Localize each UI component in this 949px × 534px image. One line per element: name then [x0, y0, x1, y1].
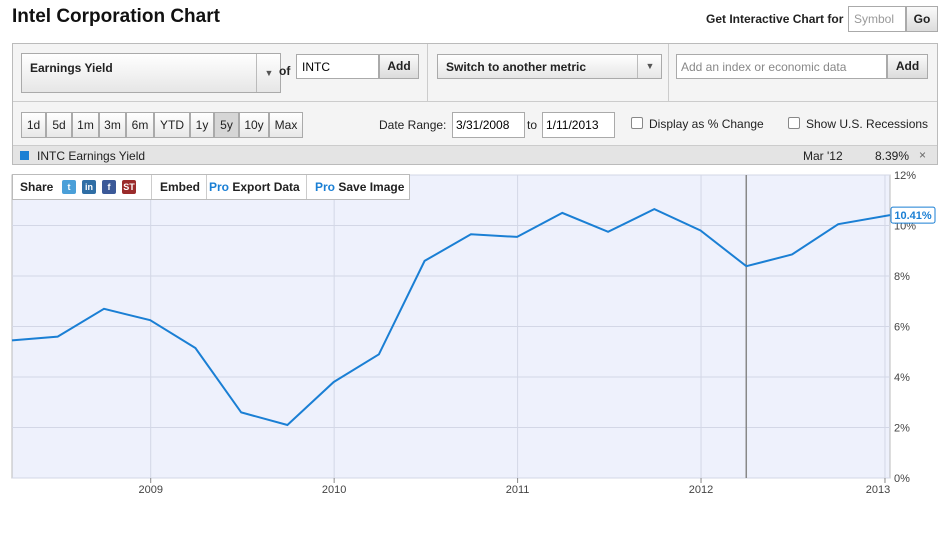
y-tick-label: 6% — [894, 322, 910, 334]
save-image-button[interactable]: Pro Save Image — [307, 175, 409, 199]
y-tick-label: 0% — [894, 473, 910, 485]
share-label: Share — [20, 180, 54, 194]
x-axis: 2009 2010 2011 2012 2013 — [138, 478, 890, 496]
last-value-label: 10.41% — [890, 206, 936, 224]
embed-button[interactable]: Embed — [152, 175, 207, 199]
embed-label: Embed — [160, 180, 201, 194]
y-tick-label: 4% — [894, 372, 910, 384]
x-tick-label: 2012 — [689, 484, 713, 496]
x-tick-label: 2011 — [506, 484, 530, 496]
y-tick-label: 8% — [894, 271, 910, 283]
pro-badge: Pro — [209, 180, 230, 194]
pro-badge: Pro — [315, 180, 336, 194]
last-value-text: 10.41% — [894, 210, 932, 222]
share-section: Share t in f ST — [13, 175, 152, 199]
share-toolbar: Share t in f ST Embed Pro Export Data Pr… — [12, 174, 410, 200]
x-tick-label: 2010 — [322, 484, 346, 496]
export-data-button[interactable]: Pro Export Data — [207, 175, 307, 199]
linkedin-icon[interactable]: in — [82, 180, 96, 194]
earnings-yield-chart: 2009 2010 2011 2012 2013 0%2%4%6%8%10%12% 10… — [11, 170, 936, 496]
facebook-icon[interactable]: f — [102, 180, 116, 194]
x-tick-label: 2009 — [138, 484, 162, 496]
export-data-label: Export Data — [232, 180, 300, 194]
y-tick-label: 2% — [894, 423, 910, 435]
save-image-label: Save Image — [338, 180, 405, 194]
stocktwits-icon[interactable]: ST — [122, 180, 136, 194]
twitter-icon[interactable]: t — [62, 180, 76, 194]
x-tick-label: 2013 — [866, 484, 890, 496]
y-tick-label: 12% — [894, 170, 916, 182]
